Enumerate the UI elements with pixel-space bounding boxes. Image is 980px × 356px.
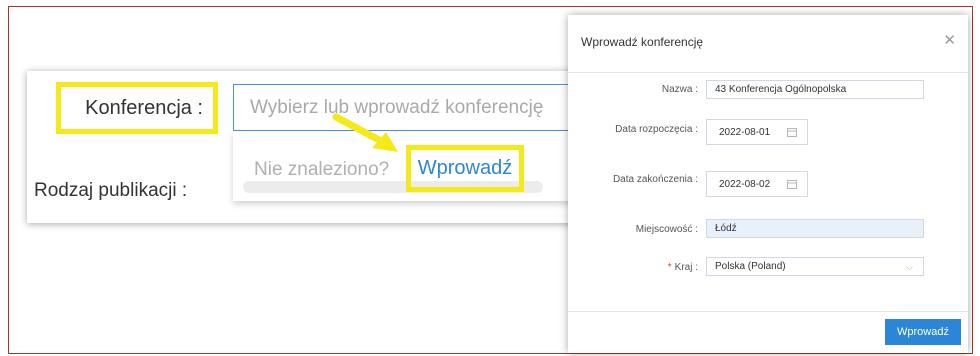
calendar-icon[interactable] xyxy=(787,127,797,137)
country-value: Polska (Poland) xyxy=(715,261,786,272)
country-label-text: Kraj : xyxy=(674,262,698,273)
submit-button[interactable]: Wprowadź xyxy=(885,319,961,345)
city-label: Miejscowość : xyxy=(635,224,698,235)
required-marker: * xyxy=(667,262,672,273)
name-label: Nazwa : xyxy=(661,84,698,95)
name-value: 43 Konferencja Ogólnopolska xyxy=(715,84,847,95)
end-date-field[interactable]: 2022-08-02 xyxy=(706,171,808,197)
chevron-down-icon: ⌵ xyxy=(906,262,913,272)
dialog-footer-divider xyxy=(568,311,968,312)
city-field[interactable]: Łódź xyxy=(706,219,924,238)
end-date-value: 2022-08-02 xyxy=(719,178,771,190)
country-label: * Kraj : xyxy=(668,262,698,273)
calendar-icon[interactable] xyxy=(787,179,797,189)
start-date-label: Data rozpoczęcia : xyxy=(615,124,698,135)
enter-conference-dialog: Wprowadź konferencję ✕ Nazwa : 43 Konfer… xyxy=(568,15,968,353)
start-date-value: 2022-08-01 xyxy=(719,126,771,138)
dialog-title: Wprowadź konferencję xyxy=(581,35,704,49)
close-icon[interactable]: ✕ xyxy=(943,33,956,48)
start-date-field[interactable]: 2022-08-01 xyxy=(706,119,808,145)
city-value: Łódź xyxy=(715,223,737,234)
name-field[interactable]: 43 Konferencja Ogólnopolska xyxy=(706,80,924,99)
end-date-label: Data zakończenia : xyxy=(612,174,698,185)
dialog-header-divider xyxy=(568,72,968,73)
country-select[interactable]: Polska (Poland) ⌵ xyxy=(706,257,924,276)
